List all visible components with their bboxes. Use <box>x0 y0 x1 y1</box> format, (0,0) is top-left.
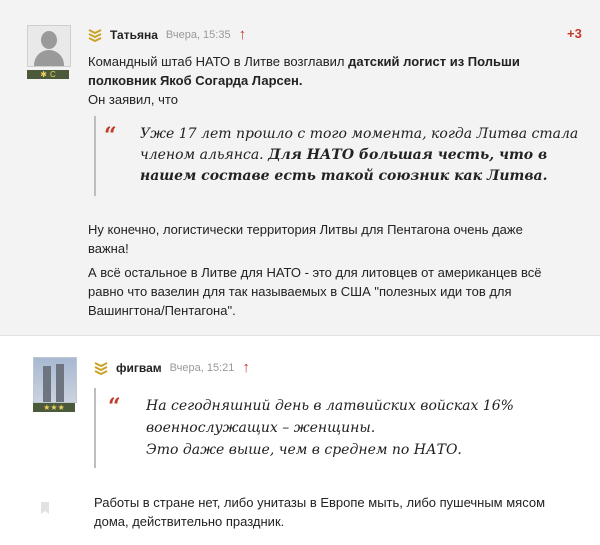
said-text: Он заявил, что <box>88 92 178 107</box>
comment-meta: Татьяна Вчера, 15:35 ↑ <box>88 27 247 42</box>
comment-meta: фигвам Вчера, 15:21 ↑ <box>94 360 250 375</box>
comment-time[interactable]: Вчера, 15:35 <box>166 29 231 41</box>
avatar[interactable] <box>33 357 77 403</box>
avatar-body <box>34 50 64 66</box>
avatar-head <box>41 31 57 49</box>
quote-bold-2: нашем составе есть такой союзник как Лит… <box>140 168 548 184</box>
text-line: Работы в стране нет, либо унитазы в Евро… <box>94 495 546 510</box>
comment-time[interactable]: Вчера, 15:21 <box>170 362 235 374</box>
text-line: А всё остальное в Литве для НАТО - это д… <box>88 265 542 280</box>
rank-label: ★★★ <box>43 403 65 412</box>
rank-badge: ★★★ <box>33 403 75 412</box>
text-line: Ну конечно, логистически территория Литв… <box>88 222 523 237</box>
quote-mark-icon: “ <box>108 394 121 420</box>
divider <box>0 335 600 336</box>
intro-bold-2: полковник Якоб Согарда Ларсен. <box>88 73 303 88</box>
text-line: равно что вазелин для так называемых в С… <box>88 284 512 299</box>
paragraph-1: Ну конечно, логистически территория Литв… <box>88 220 588 258</box>
intro-text: Командный штаб НАТО в Литве возглавил <box>88 54 349 69</box>
author-name[interactable]: фигвам <box>116 361 162 375</box>
chevron-rank-icon <box>88 29 102 42</box>
comment-body: Командный штаб НАТО в Литве возглавил да… <box>88 52 588 109</box>
blockquote: “ На сегодняшний день в латвийских войск… <box>94 388 584 468</box>
rank-label: С <box>49 70 56 79</box>
quote-bold: Для НАТО большая честь, что в <box>268 147 548 163</box>
text-line: Вашингтона/Пентагона". <box>88 303 236 318</box>
quote-mark-icon: “ <box>104 123 117 149</box>
tower-right <box>56 364 64 402</box>
comment-body: Работы в стране нет, либо унитазы в Евро… <box>94 493 596 531</box>
avatar[interactable] <box>27 25 71 67</box>
quote-line: Это даже выше, чем в среднем по НАТО. <box>146 442 462 458</box>
quote-line: военнослужащих – женщины. <box>146 420 376 436</box>
text-line: важна! <box>88 241 129 256</box>
quote-line: На сегодняшний день в латвийских войсках… <box>146 398 514 414</box>
tower-left <box>43 366 51 402</box>
chevron-rank-icon <box>94 362 108 375</box>
paragraph-2: А всё остальное в Литве для НАТО - это д… <box>88 263 593 320</box>
arrow-up-icon[interactable]: ↑ <box>239 27 247 42</box>
arrow-up-icon[interactable]: ↑ <box>242 360 250 375</box>
text-line: дома, действительно праздник. <box>94 514 285 529</box>
comment-tatiana: ✱ С Татьяна Вчера, 15:35 ↑ +3 Командный … <box>0 0 600 335</box>
bookmark-icon[interactable] <box>41 502 49 514</box>
blockquote: “ Уже 17 лет прошло с того момента, когд… <box>94 116 584 196</box>
quote-line: членом альянса. <box>140 147 269 163</box>
comment-score: +3 <box>567 26 582 41</box>
intro-bold: датский логист из Польши <box>348 54 520 69</box>
quote-line: Уже 17 лет прошло с того момента, когда … <box>140 126 579 142</box>
star-icon: ✱ <box>40 70 47 79</box>
rank-badge: ✱ С <box>27 70 69 79</box>
author-name[interactable]: Татьяна <box>110 28 158 42</box>
